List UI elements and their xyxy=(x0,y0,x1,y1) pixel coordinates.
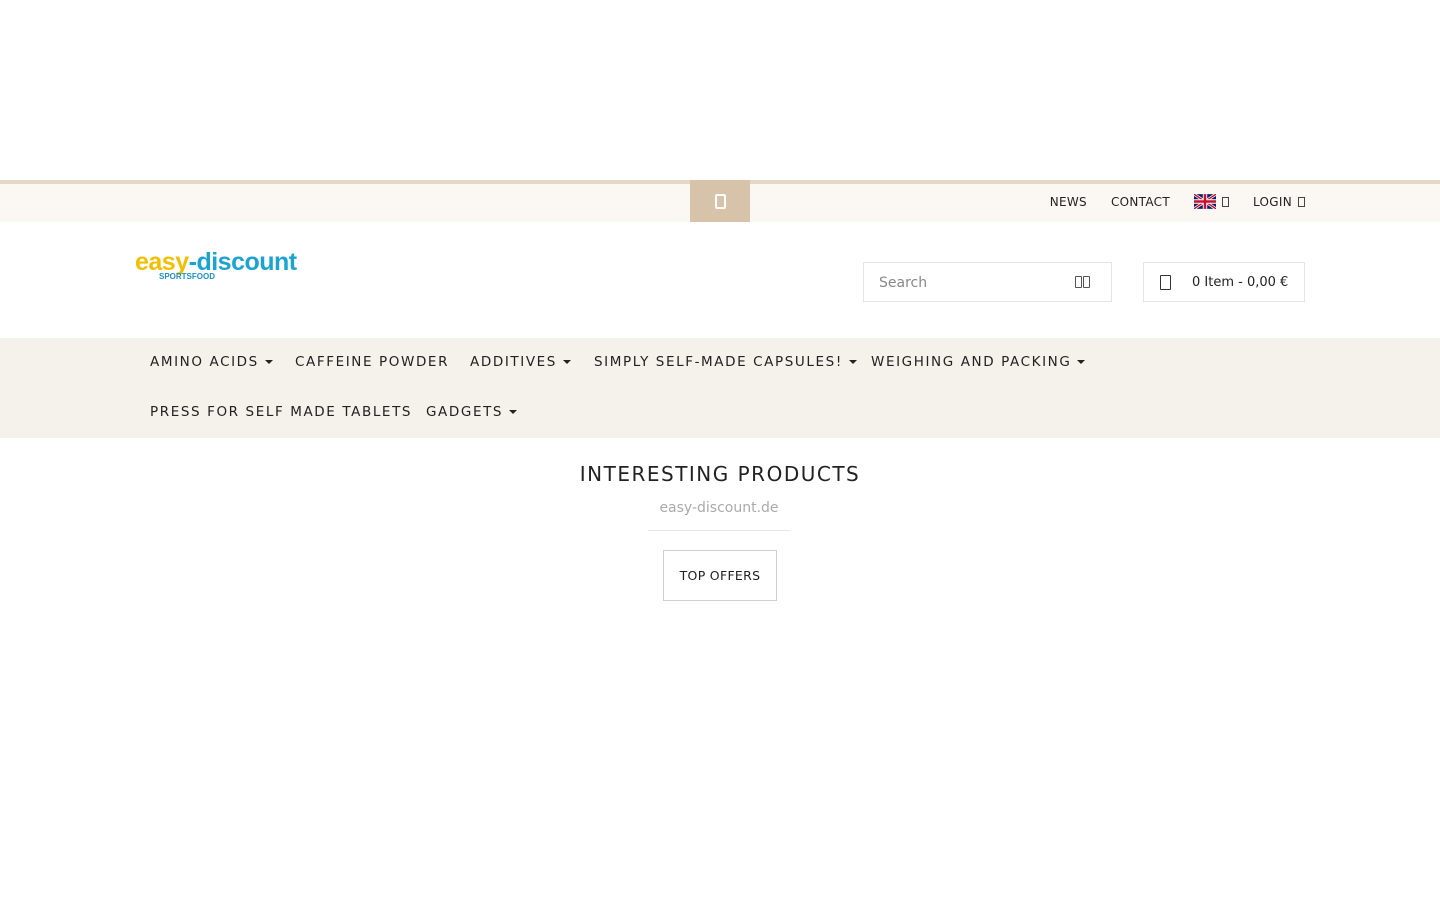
section-title: INTERESTING PRODUCTS xyxy=(579,462,861,486)
login-label: LOGIN xyxy=(1252,194,1292,209)
nav-item-label: ADDITIVES xyxy=(470,354,557,370)
device-toggle-button[interactable] xyxy=(690,180,750,222)
search-icon[interactable] xyxy=(1075,276,1090,288)
nav-item-label: SIMPLY SELF-MADE CAPSULES! xyxy=(594,354,843,370)
nav-item-caffeine-powder[interactable]: CAFFEINE POWDER xyxy=(295,354,449,370)
nav-item-label: CAFFEINE POWDER xyxy=(295,354,450,370)
site-logo[interactable]: easy-discount SPORTSFOOD xyxy=(135,250,297,282)
login-link[interactable]: LOGIN xyxy=(1253,195,1305,209)
top-links: NEWS CONTACT LOGIN xyxy=(1050,194,1305,209)
nav-item-label: PRESS FOR SELF MADE TABLETS xyxy=(150,404,413,420)
nav-item-tablet-press[interactable]: PRESS FOR SELF MADE TABLETS xyxy=(150,404,412,420)
search-input[interactable] xyxy=(877,274,1061,292)
caret-down-icon xyxy=(1077,360,1086,364)
nav-item-label: WEIGHING AND PACKING xyxy=(871,354,1072,370)
mobile-icon xyxy=(714,193,726,209)
language-selector[interactable] xyxy=(1193,194,1229,209)
nav-item-additives[interactable]: ADDITIVES xyxy=(470,354,571,370)
cart-summary: 0 Item - 0,00 € xyxy=(1192,274,1289,290)
cart-button[interactable]: 0 Item - 0,00 € xyxy=(1143,262,1305,302)
nav-item-self-made-capsules[interactable]: SIMPLY SELF-MADE CAPSULES! xyxy=(594,354,857,370)
nav-item-label: AMINO ACIDS xyxy=(150,354,259,370)
section-subtitle: easy-discount.de xyxy=(648,500,790,531)
uk-flag-icon xyxy=(1193,194,1216,209)
logo-tagline: SPORTSFOOD xyxy=(159,272,216,281)
caret-down-icon xyxy=(509,410,518,414)
nav-item-amino-acids[interactable]: AMINO ACIDS xyxy=(150,354,273,370)
nav-item-gadgets[interactable]: GADGETS xyxy=(426,404,518,420)
news-link[interactable]: NEWS xyxy=(1050,195,1087,209)
contact-link[interactable]: CONTACT xyxy=(1111,195,1170,209)
search-box xyxy=(863,262,1112,302)
cart-icon xyxy=(1160,274,1171,290)
caret-down-icon xyxy=(848,360,857,364)
caret-down-icon xyxy=(562,360,571,364)
caret-down-icon xyxy=(264,360,273,364)
nav-item-weighing-packing[interactable]: WEIGHING AND PACKING xyxy=(871,354,1086,370)
chevron-down-icon xyxy=(1221,196,1229,207)
nav-item-label: GADGETS xyxy=(426,404,504,420)
tab-top-offers[interactable]: TOP OFFERS xyxy=(663,550,777,601)
user-icon xyxy=(1298,196,1305,207)
main-navigation: AMINO ACIDS CAFFEINE POWDER ADDITIVES SI… xyxy=(0,338,1440,438)
